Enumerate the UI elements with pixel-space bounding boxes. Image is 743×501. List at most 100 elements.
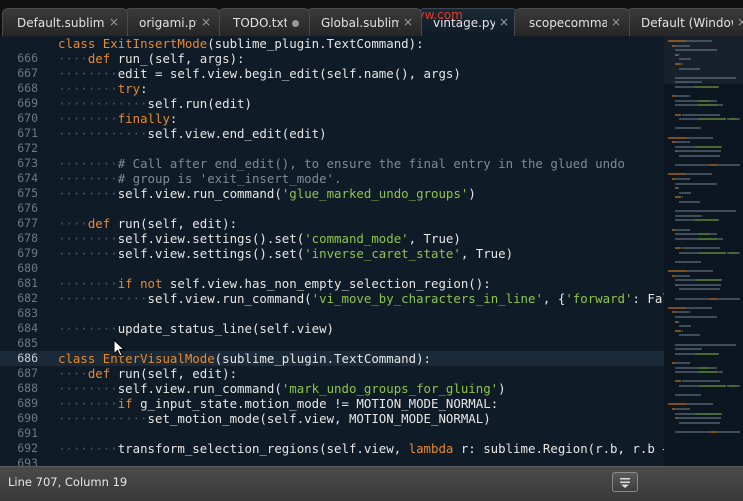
code-line[interactable]: 688 ········self.view.run_command('mark_u… [0,381,664,396]
code-line[interactable]: 669 ············self.run(edit) [0,96,664,111]
tab-5[interactable]: scopecommands.py × [514,8,630,36]
minimap-stroke [675,141,690,144]
close-icon[interactable]: × [403,15,413,29]
token: edit = self.view.begin_edit(self.name(),… [117,66,461,81]
code-line[interactable]: 672 [0,141,664,156]
token: : [140,81,148,96]
token: finally [117,111,170,126]
minimap-stroke [686,270,713,272]
code-line[interactable]: 668 ········try: [0,81,664,96]
code-line[interactable]: 692 ········transform_selection_regions(s… [0,441,664,456]
code-line[interactable]: 682 ············self.view.run_command('vi… [0,291,664,306]
code-editor[interactable]: class ExitInsertMode(sublime_plugin.Text… [0,36,664,466]
minimap-stroke [675,228,690,231]
code-line[interactable]: 674 ········# group is 'exit_insert_mode'… [0,171,664,186]
minimap-stroke [695,219,718,222]
token: def [87,51,118,66]
token: class [58,36,103,51]
minimap-stroke [678,288,721,291]
code-line[interactable]: 670 ········finally: [0,111,664,126]
code-text: ········# Call after end_edit(), to ensu… [58,156,625,171]
minimap-stroke [675,219,695,222]
minimap-stroke [681,113,721,116]
minimap[interactable] [664,36,743,466]
token: , { [542,291,566,306]
code-line[interactable]: 671 ············self.view.end_edit(edit) [0,126,664,141]
minimap-stroke [678,58,692,61]
code-line[interactable]: 691 [0,426,664,441]
minimap-stroke [737,118,740,121]
code-line[interactable]: 681 ········if not self.view.has_non_empt… [0,276,664,291]
code-line[interactable]: 676 [0,201,664,216]
minimap-stroke [675,127,702,130]
code-line[interactable]: 680 [0,261,664,276]
minimap-stroke [675,86,695,88]
minimap-stroke [677,150,722,153]
line-number: 684 [17,321,38,335]
code-line[interactable]: 693 [0,456,664,466]
minimap-stroke [675,362,690,364]
code-text: ········self.view.settings().set('invers… [58,246,513,261]
tab-2[interactable]: TODO.txt [218,8,310,36]
code-line[interactable]: 683 [0,306,664,321]
code-line[interactable]: class ExitInsertMode(sublime_plugin.Text… [0,36,664,51]
minimap-stroke [686,173,713,176]
token: self.view.run_command( [117,186,282,201]
unsaved-dot-icon[interactable] [292,20,299,27]
code-line[interactable]: 687 ····def run(self, edit): [0,366,664,381]
minimap-stroke [675,49,717,52]
panel-switcher-button[interactable] [612,472,638,492]
minimap-stroke [697,237,717,240]
line-number: 678 [17,231,38,245]
line-number: 667 [17,66,38,80]
token: ········ [58,111,118,126]
line-number: 690 [17,411,38,425]
token: 'command_mode' [304,231,409,246]
tab-1[interactable]: origami.py × [124,8,220,36]
minimap-stroke [675,81,703,84]
code-line[interactable]: 678 ········self.view.settings().set('com… [0,231,664,246]
token: self.run(edit) [147,96,252,111]
tab-6[interactable]: Default (Windows).sublime-keymap × [626,8,743,36]
minimap-stroke [678,325,692,328]
close-icon[interactable]: × [109,15,119,29]
code-line[interactable]: 686 class EnterVisualMode(sublime_plugin.… [0,351,664,366]
minimap-stroke [673,306,686,309]
minimap-stroke [729,251,738,254]
code-line[interactable]: 666 ····def run_(self, args): [0,51,664,66]
code-text: ············self.view.run_command('vi_mo… [58,291,664,306]
token: self.view.end_edit(edit) [147,126,327,141]
line-number: 682 [17,291,38,305]
minimap-stroke [678,334,701,337]
token: 'forward' [565,291,633,306]
line-number: 692 [17,441,38,455]
line-number: 669 [17,96,38,110]
minimap-stroke [716,237,723,240]
token: ········ [58,66,118,81]
minimap-stroke [675,431,711,433]
minimap-stroke [675,412,695,415]
token: # Call after end_edit(), to ensure the f… [117,156,625,171]
code-line[interactable]: 677 ····def run(self, edit): [0,216,664,231]
close-icon[interactable]: × [611,15,621,29]
code-line[interactable]: 675 ········self.view.run_command('glue_m… [0,186,664,201]
close-icon[interactable]: × [201,15,211,29]
minimap-stroke [675,311,691,314]
code-text: ····def run(self, edit): [58,216,237,231]
line-number: 685 [17,336,38,350]
tab-3[interactable]: Global.sublime-settings × [306,8,422,36]
code-line[interactable]: 685 [0,336,664,351]
tab-0[interactable]: Default.sublime-keymap × [2,8,128,36]
code-line[interactable]: 667 ········edit = self.view.begin_edit(s… [0,66,664,81]
code-line[interactable]: 679 ········self.view.settings().set('inv… [0,246,664,261]
minimap-stroke [695,279,722,282]
code-line[interactable]: 690 ············set_motion_mode(self.view… [0,411,664,426]
minimap-stroke [675,343,737,346]
minimap-stroke [710,233,717,236]
code-text: ········self.view.run_command('glue_mark… [58,186,476,201]
code-line[interactable]: 689 ········if g_input_state.motion_mode … [0,396,664,411]
close-icon[interactable]: × [737,15,743,29]
code-line[interactable]: 684 ········update_status_line(self.view) [0,321,664,336]
close-icon[interactable]: × [499,15,509,29]
code-line[interactable]: 673 ········# Call after end_edit(), to e… [0,156,664,171]
